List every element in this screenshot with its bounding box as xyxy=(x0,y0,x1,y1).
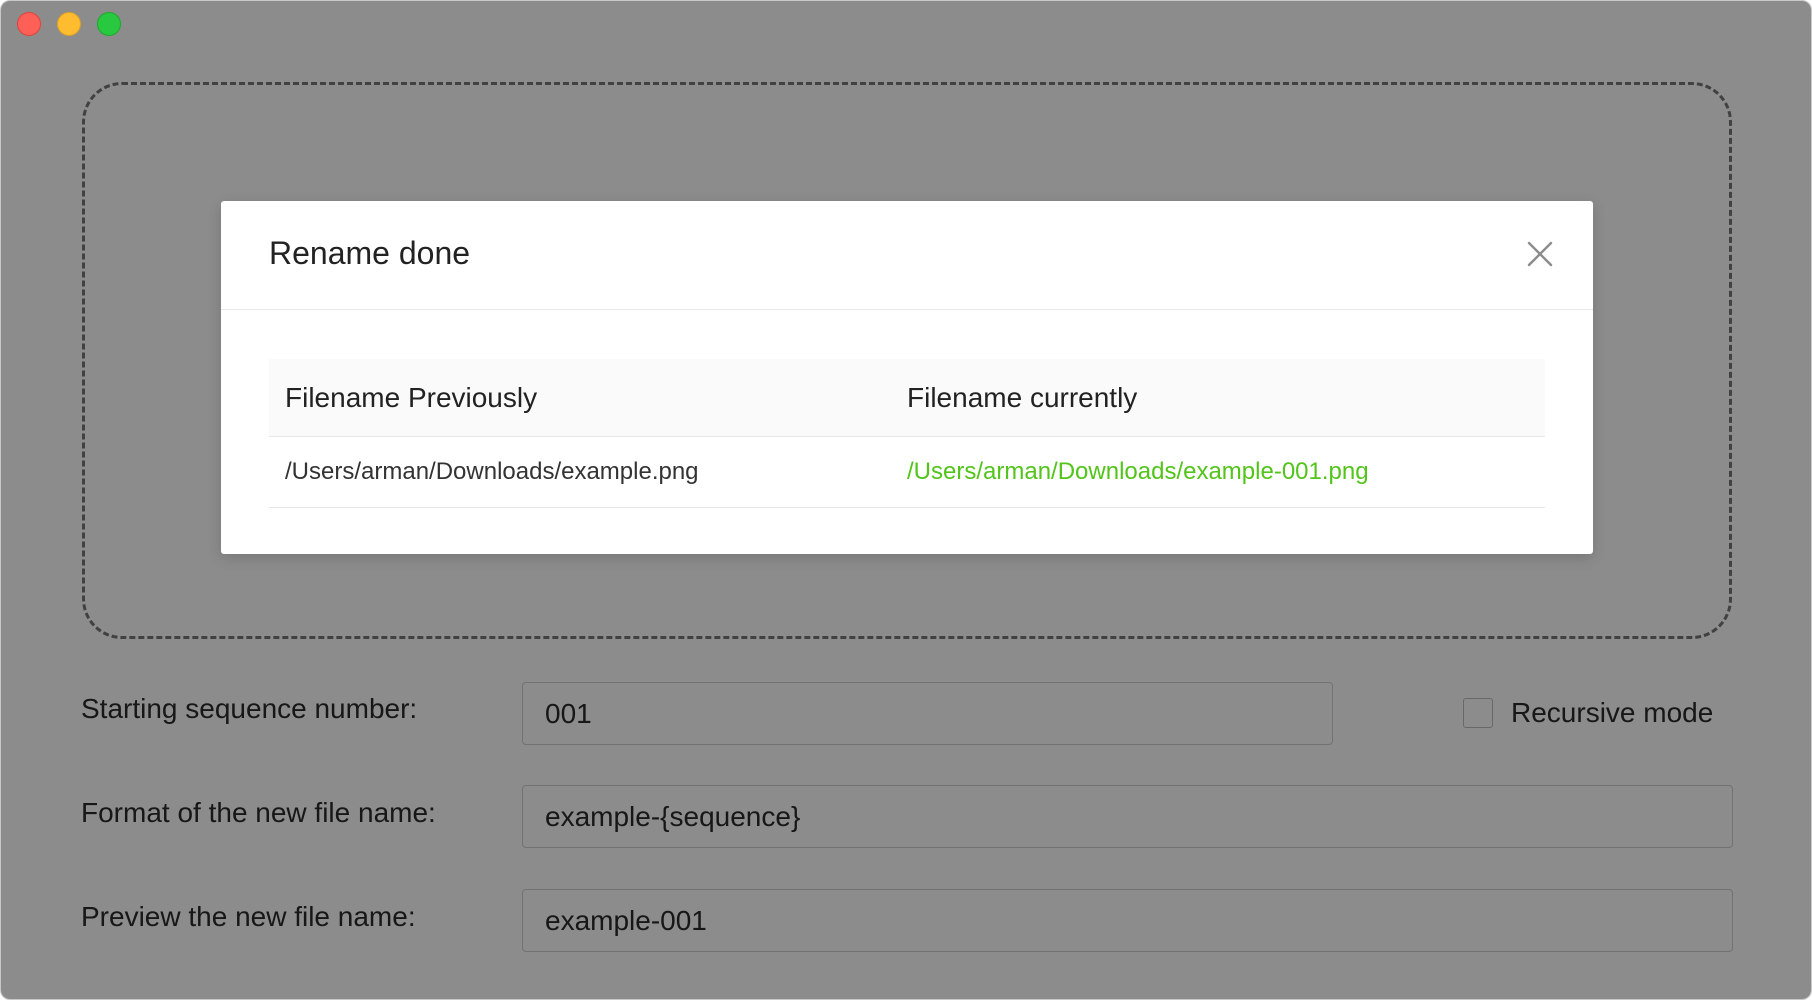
rename-results-table: Filename Previously Filename currently /… xyxy=(269,359,1545,508)
dialog-header: Rename done xyxy=(221,201,1593,310)
window-minimize-button[interactable] xyxy=(57,12,81,36)
column-header-previous: Filename Previously xyxy=(285,381,538,413)
app-window: Starting sequence number: Recursive mode… xyxy=(0,0,1812,1000)
rename-done-dialog: Rename done Filename Previously Filename… xyxy=(221,201,1593,554)
window-close-button[interactable] xyxy=(17,12,41,36)
table-header-row: Filename Previously Filename currently xyxy=(269,359,1545,437)
cell-current-filename: /Users/arman/Downloads/example-001.png xyxy=(907,458,1369,485)
cell-previous-filename: /Users/arman/Downloads/example.png xyxy=(285,458,699,485)
table-row: /Users/arman/Downloads/example.png /User… xyxy=(269,437,1545,508)
window-zoom-button[interactable] xyxy=(97,12,121,36)
close-icon-glyph xyxy=(1527,241,1553,267)
column-header-current: Filename currently xyxy=(907,381,1138,413)
dialog-title: Rename done xyxy=(269,235,471,271)
close-icon[interactable] xyxy=(1525,239,1555,269)
